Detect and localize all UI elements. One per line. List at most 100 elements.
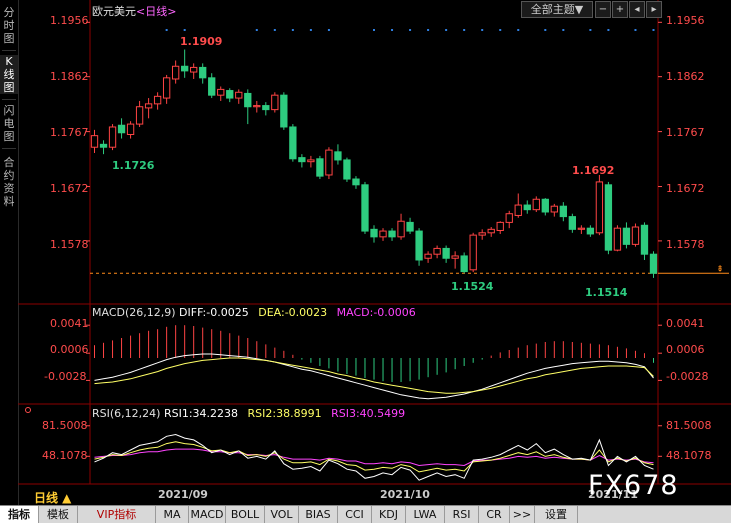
rsi-legend: RSI(6,12,24) RSI1:34.2238 RSI2:38.8991 R… xyxy=(92,407,405,420)
tab-vol[interactable]: VOL xyxy=(265,506,299,523)
candle-body xyxy=(433,247,441,255)
candle-body xyxy=(226,90,234,99)
candle-body xyxy=(325,149,333,176)
instrument-name: 欧元美元 xyxy=(92,5,136,18)
price-tick-right: 1.1767 xyxy=(666,126,705,139)
candle-body xyxy=(577,227,586,230)
tab-lwa[interactable]: LWA xyxy=(406,506,445,523)
candle-body xyxy=(469,234,477,271)
plus-icon[interactable]: + xyxy=(612,1,628,18)
candle-body xyxy=(162,77,171,99)
price-tick-left: 1.1672 xyxy=(50,182,89,195)
event-dot xyxy=(562,29,565,31)
macd-dea-value: DEA:-0.0023 xyxy=(258,306,328,319)
candle-body xyxy=(406,221,414,232)
time-tick: 2021/10 xyxy=(380,488,430,501)
event-dot xyxy=(463,29,466,31)
rsi-tick-right: 48.1078 xyxy=(666,449,712,462)
candle-body xyxy=(117,124,126,134)
tab-templates[interactable]: 模板 xyxy=(39,506,78,523)
rsi-tick-left: 48.1078 xyxy=(42,449,88,462)
price-tick-right: 1.1672 xyxy=(666,182,705,195)
tab-vip-indicators[interactable]: VIP指标 xyxy=(78,506,156,523)
candle-body xyxy=(90,135,99,148)
candle-body xyxy=(595,181,604,234)
candle-body xyxy=(235,91,243,99)
rsi-tick-right: 81.5008 xyxy=(666,419,712,432)
candle-body xyxy=(244,92,252,108)
rsi3-value: RSI3:40.5499 xyxy=(331,407,406,420)
candle-body xyxy=(460,255,468,273)
price-tick-right: 1.1956 xyxy=(666,14,705,27)
theme-dropdown[interactable]: 全部主题▼ xyxy=(521,1,593,18)
tab-bias[interactable]: BIAS xyxy=(299,506,338,523)
macd-tick-right: 0.0006 xyxy=(666,343,705,356)
candle-body xyxy=(334,151,342,161)
candle-body xyxy=(307,159,315,163)
time-tick: 2021/09 xyxy=(158,488,208,501)
event-dot xyxy=(409,29,412,31)
settings-button[interactable]: 设置 xyxy=(535,506,578,523)
macd-diff-value: DIFF:-0.0025 xyxy=(179,306,249,319)
candle-body xyxy=(451,255,459,259)
forward-icon[interactable]: ▸ xyxy=(646,1,662,18)
event-dot xyxy=(517,29,520,31)
candle-body xyxy=(298,157,306,163)
candle-body xyxy=(496,221,504,231)
candle-body xyxy=(631,226,640,245)
last-price-arrow-icon: ⇟ xyxy=(716,264,724,274)
candle-body xyxy=(108,126,117,148)
chart-title: 欧元美元<日线> xyxy=(92,3,176,19)
event-dot xyxy=(589,29,592,31)
event-dot xyxy=(607,29,610,31)
tab-ma[interactable]: MA xyxy=(156,506,189,523)
candle-body xyxy=(415,230,423,261)
price-tick-left: 1.1767 xyxy=(50,126,89,139)
candle-body xyxy=(199,66,207,79)
candle-body xyxy=(604,184,613,251)
price-tick-left: 1.1578 xyxy=(50,238,89,251)
event-dot xyxy=(273,29,276,31)
tab-rsi[interactable]: RSI xyxy=(445,506,479,523)
candle-body xyxy=(622,227,631,245)
tab-cci[interactable]: CCI xyxy=(338,506,372,523)
kline-chart[interactable]: ⇟ xyxy=(0,0,731,505)
candle-body xyxy=(586,227,595,235)
event-dot xyxy=(255,29,258,31)
candle-body xyxy=(478,232,486,236)
period-selector[interactable]: 日线 ▲ xyxy=(34,489,71,506)
price-tick-left: 1.1862 xyxy=(50,70,89,83)
event-dot xyxy=(427,29,430,31)
tab-macd[interactable]: MACD xyxy=(189,506,226,523)
tab-indicators[interactable]: 指标 xyxy=(0,506,39,523)
candle-body xyxy=(487,228,495,234)
candle-body xyxy=(153,95,162,105)
candle-body xyxy=(523,204,531,211)
candle-body xyxy=(649,253,658,274)
back-icon[interactable]: ◂ xyxy=(629,1,645,18)
candle-body xyxy=(144,103,153,109)
event-markers xyxy=(165,29,655,31)
candle-body xyxy=(352,178,360,186)
candle-body xyxy=(379,230,387,238)
candle-body xyxy=(613,227,622,251)
rsi-params: RSI(6,12,24) xyxy=(92,407,161,420)
candle-body xyxy=(559,205,567,218)
candle-body xyxy=(126,123,135,135)
tab-boll[interactable]: BOLL xyxy=(226,506,265,523)
candle-body xyxy=(271,94,279,111)
tab-cr[interactable]: CR xyxy=(479,506,510,523)
candle-body xyxy=(532,198,540,211)
low-annotation: 1.1726 xyxy=(112,159,155,172)
more-tabs-button[interactable]: >> xyxy=(510,506,535,523)
event-dot xyxy=(499,29,502,31)
event-dot xyxy=(544,29,547,31)
event-dot xyxy=(309,29,312,31)
tab-kdj[interactable]: KDJ xyxy=(372,506,406,523)
low-annotation: 1.1524 xyxy=(451,280,494,293)
candle-body xyxy=(568,216,577,230)
price-tick-right: 1.1578 xyxy=(666,238,705,251)
rsi1-value: RSI1:34.2238 xyxy=(163,407,239,420)
minus-icon[interactable]: − xyxy=(595,1,611,18)
candle-body xyxy=(217,88,225,96)
